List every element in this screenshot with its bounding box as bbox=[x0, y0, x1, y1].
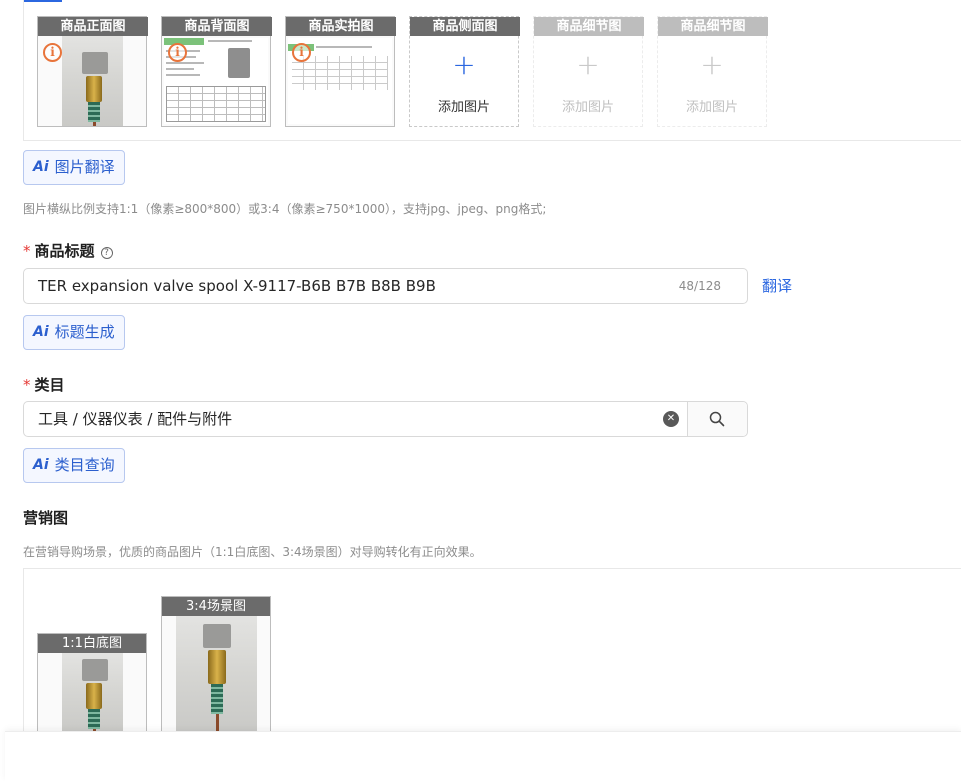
product-photo bbox=[62, 36, 123, 126]
title-input-value: TER expansion valve spool X-9117-B6B B7B… bbox=[38, 277, 436, 295]
marketing-label: 营销图 bbox=[23, 509, 69, 527]
char-counter: 48/128 bbox=[678, 279, 721, 293]
marketing-slot-scene[interactable]: 3:4场景图 bbox=[161, 596, 271, 733]
slot-label: 1:1白底图 bbox=[38, 634, 146, 653]
search-icon bbox=[709, 411, 725, 427]
image-slot-side[interactable]: 商品侧面图 + 添加图片 bbox=[409, 16, 520, 127]
marketing-hint: 在营销导购场景，优质的商品图片（1:1白底图、3:4场景图）对导购转化有正向效果… bbox=[23, 545, 482, 559]
slot-label: 商品细节图 bbox=[658, 17, 768, 36]
button-label: 标题生成 bbox=[54, 323, 115, 341]
category-value: 工具 / 仪器仪表 / 配件与附件 bbox=[38, 410, 233, 428]
image-slot-detail-1[interactable]: 商品细节图 + 添加图片 bbox=[533, 16, 644, 127]
image-slot-real[interactable]: 商品实拍图 i bbox=[285, 16, 396, 127]
warning-info-icon[interactable]: i bbox=[43, 43, 62, 62]
image-slot-front[interactable]: 商品正面图 i bbox=[37, 16, 148, 127]
title-label: * 商品标题? bbox=[23, 240, 113, 261]
image-format-hint: 图片横纵比例支持1:1（像素≥800*800）或3:4（像素≥750*1000）… bbox=[23, 202, 547, 216]
plus-icon: + bbox=[700, 48, 724, 81]
ai-image-translate-button[interactable]: Ai 图片翻译 bbox=[23, 150, 125, 185]
required-asterisk: * bbox=[23, 242, 31, 260]
button-label: 类目查询 bbox=[54, 456, 115, 474]
ai-icon: Ai bbox=[33, 324, 49, 340]
clear-icon[interactable]: ✕ bbox=[663, 411, 679, 427]
product-photo bbox=[62, 653, 123, 732]
slot-label: 商品背面图 bbox=[162, 17, 272, 36]
bottom-action-bar bbox=[5, 731, 961, 781]
ai-category-query-button[interactable]: Ai 类目查询 bbox=[23, 448, 125, 483]
plus-icon: + bbox=[576, 48, 600, 81]
image-slot-back[interactable]: 商品背面图 i bbox=[161, 16, 272, 127]
category-search-button[interactable] bbox=[687, 402, 747, 436]
add-image-label: 添加图片 bbox=[437, 100, 490, 115]
slot-label: 商品侧面图 bbox=[410, 17, 520, 36]
slot-label: 商品实拍图 bbox=[286, 17, 396, 36]
button-label: 图片翻译 bbox=[54, 158, 115, 176]
plus-icon: + bbox=[452, 48, 476, 81]
category-select[interactable]: 工具 / 仪器仪表 / 配件与附件 ✕ bbox=[23, 401, 748, 437]
ai-icon: Ai bbox=[33, 457, 49, 473]
add-image-label: 添加图片 bbox=[561, 100, 614, 115]
marketing-slot-white-bg[interactable]: 1:1白底图 bbox=[37, 633, 147, 733]
category-label: * 类目 bbox=[23, 374, 65, 395]
add-image-label: 添加图片 bbox=[685, 100, 738, 115]
warning-info-icon[interactable]: i bbox=[168, 43, 187, 62]
required-asterisk: * bbox=[23, 376, 31, 394]
ai-icon: Ai bbox=[33, 159, 49, 175]
title-label-text: 商品标题 bbox=[34, 242, 95, 260]
slot-label: 商品正面图 bbox=[38, 17, 148, 36]
help-icon[interactable]: ? bbox=[100, 247, 113, 259]
ai-title-generate-button[interactable]: Ai 标题生成 bbox=[23, 315, 125, 350]
title-input[interactable]: TER expansion valve spool X-9117-B6B B7B… bbox=[23, 268, 748, 304]
title-translate-link[interactable]: 翻译 bbox=[762, 275, 792, 296]
category-label-text: 类目 bbox=[34, 376, 65, 394]
warning-info-icon[interactable]: i bbox=[292, 43, 311, 62]
image-slot-detail-2[interactable]: 商品细节图 + 添加图片 bbox=[657, 16, 768, 127]
slot-label: 3:4场景图 bbox=[162, 597, 270, 616]
slot-label: 商品细节图 bbox=[534, 17, 644, 36]
product-photo bbox=[176, 616, 257, 732]
